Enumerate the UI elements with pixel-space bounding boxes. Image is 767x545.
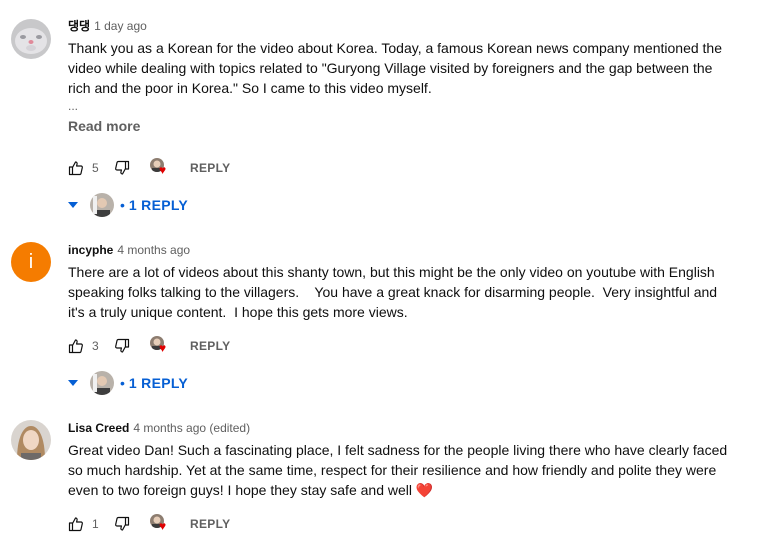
- creator-heart-badge: ♥: [150, 514, 174, 534]
- comment-text-line: so much hardship. Yet at the same time, …: [68, 462, 717, 478]
- comment-author[interactable]: 댕댕: [68, 19, 90, 33]
- like-icon[interactable]: [68, 338, 84, 354]
- comment-body: Lisa Creed 4 months ago (edited) Great vi…: [68, 420, 747, 500]
- view-replies-button[interactable]: • 1 REPLY: [68, 369, 188, 397]
- comment-text-line-last: even to two foreign guys! I hope they st…: [68, 480, 747, 500]
- comment-text: There are a lot of videos about this sha…: [68, 262, 747, 322]
- comment-text-line: even to two foreign guys! I hope they st…: [68, 482, 412, 498]
- comment-actions: 1 ♥ REPLY: [68, 512, 230, 536]
- replies-count-label: 1 REPLY: [128, 197, 189, 213]
- comment-header: Lisa Creed 4 months ago (edited): [68, 420, 747, 436]
- like-icon[interactable]: [68, 160, 84, 176]
- heart-icon: ♥: [159, 341, 167, 355]
- comment-body: 댕댕 1 day ago Thank you as a Korean for th…: [68, 18, 747, 136]
- comment-text: Great video Dan! Such a fascinating plac…: [68, 440, 747, 500]
- comment-text-line: There are a lot of videos about this sha…: [68, 264, 715, 280]
- dislike-icon[interactable]: [114, 160, 130, 176]
- comment-text-line: Thank you as a Korean for the video abou…: [68, 40, 723, 56]
- replies-count-label: 1 REPLY: [128, 375, 189, 391]
- like-count: 5: [92, 161, 99, 175]
- comment-text-line: speaking folks talking to the villagers.…: [68, 284, 718, 300]
- heart-icon: ♥: [159, 163, 167, 177]
- comment-header: 댕댕 1 day ago: [68, 18, 747, 34]
- comment-actions: 5 ♥ REPLY: [68, 156, 230, 180]
- heart-icon: ♥: [159, 519, 167, 533]
- user-photo-icon: [11, 420, 51, 460]
- cat-avatar-icon: [11, 19, 51, 59]
- comment-header: incyphe 4 months ago: [68, 242, 747, 258]
- reply-button[interactable]: REPLY: [190, 157, 230, 179]
- avatar[interactable]: [11, 420, 51, 460]
- reply-avatar: [90, 193, 114, 217]
- like-count: 1: [92, 517, 99, 531]
- caret-down-icon: [68, 380, 78, 386]
- like-icon[interactable]: [68, 516, 84, 532]
- comment-time[interactable]: 4 months ago (edited): [133, 421, 250, 435]
- comment-text-line: Great video Dan! Such a fascinating plac…: [68, 442, 728, 458]
- comment-text: Thank you as a Korean for the video abou…: [68, 38, 747, 98]
- caret-down-icon: [68, 202, 78, 208]
- comment-body: incyphe 4 months ago There are a lot of v…: [68, 242, 747, 322]
- dot-separator: •: [120, 197, 125, 213]
- dislike-icon[interactable]: [114, 516, 130, 532]
- comment-ellipsis: ...: [68, 99, 79, 113]
- creator-heart-badge: ♥: [150, 158, 174, 178]
- reply-button[interactable]: REPLY: [190, 335, 230, 357]
- comment-time[interactable]: 1 day ago: [94, 19, 147, 33]
- comment-text-line: it's a truly unique content. I hope this…: [68, 304, 408, 320]
- comment-author[interactable]: Lisa Creed: [68, 421, 129, 435]
- like-count: 3: [92, 339, 99, 353]
- view-replies-button[interactable]: • 1 REPLY: [68, 191, 188, 219]
- reply-avatar: [90, 371, 114, 395]
- comment-text-line: video while dealing with topics related …: [68, 60, 713, 76]
- dot-separator: •: [120, 375, 125, 391]
- reply-button[interactable]: REPLY: [190, 513, 230, 535]
- avatar[interactable]: i: [11, 242, 51, 282]
- comment-actions: 3 ♥ REPLY: [68, 334, 230, 358]
- comment-time[interactable]: 4 months ago: [117, 243, 190, 257]
- creator-heart-badge: ♥: [150, 336, 174, 356]
- avatar[interactable]: [11, 19, 51, 59]
- dislike-icon[interactable]: [114, 338, 130, 354]
- comment-author[interactable]: incyphe: [68, 243, 113, 257]
- red-heart-emoji: ❤️: [415, 482, 434, 498]
- comment-text-line: rich and the poor in Korea." So I came t…: [68, 80, 432, 96]
- read-more-button[interactable]: Read more: [68, 118, 140, 134]
